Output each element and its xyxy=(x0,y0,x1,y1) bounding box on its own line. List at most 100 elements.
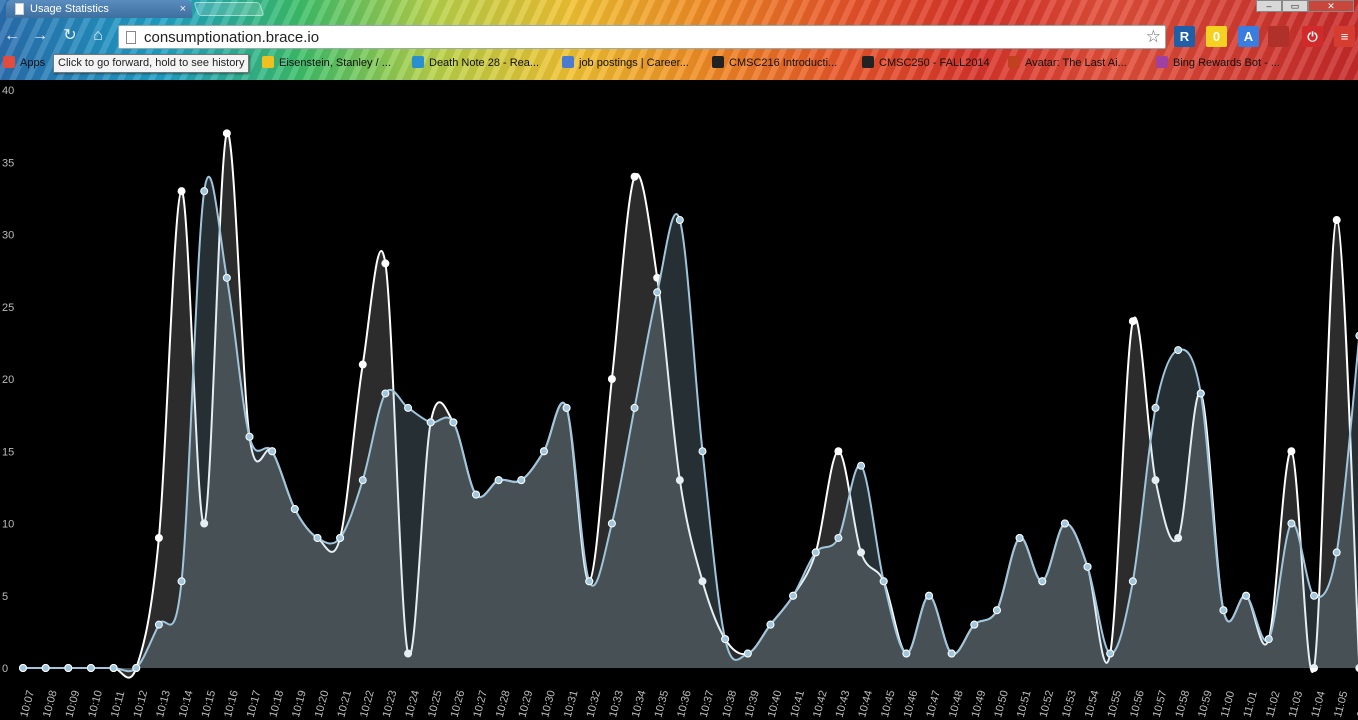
data-point xyxy=(222,273,231,282)
x-tick-label: 10:22 xyxy=(358,689,377,719)
x-tick-label: 10:30 xyxy=(539,689,558,719)
x-tick-label: 10:09 xyxy=(64,689,83,719)
data-point xyxy=(1174,346,1183,355)
bookmark-item[interactable]: job postings | Career... xyxy=(562,56,689,69)
data-point xyxy=(1219,606,1228,615)
x-tick-label: 11:04 xyxy=(1309,690,1328,719)
data-point xyxy=(245,432,254,441)
x-tick-label: 10:53 xyxy=(1060,689,1079,719)
x-tick-label: 10:54 xyxy=(1083,689,1102,719)
x-tick-label: 10:43 xyxy=(834,689,853,719)
bookmark-star-icon[interactable]: ☆ xyxy=(1146,27,1161,47)
data-point xyxy=(902,649,911,658)
toolbar: ← → ↻ ⌂ consumptionation.brace.io ☆ R 0 A ⏻… xyxy=(0,22,1358,52)
bookmark-item[interactable]: Eisenstein, Stanley / ... xyxy=(262,56,391,69)
x-tick-label: 10:33 xyxy=(607,689,626,719)
close-window-button[interactable]: ✕ xyxy=(1308,0,1354,12)
data-point xyxy=(1287,447,1296,456)
data-point xyxy=(1264,635,1273,644)
data-point xyxy=(607,375,616,383)
data-point xyxy=(1015,533,1024,542)
data-point xyxy=(698,447,707,456)
x-tick-label: 10:07 xyxy=(18,689,37,719)
data-point xyxy=(1242,591,1251,600)
power-icon[interactable]: ⏻ xyxy=(1302,26,1323,47)
document-icon xyxy=(15,3,24,15)
fox-icon xyxy=(1008,56,1020,68)
data-point xyxy=(834,533,843,542)
bookmark-item[interactable]: CMSC250 - FALL2014 xyxy=(862,56,990,69)
x-tick-label: 10:38 xyxy=(720,689,739,719)
data-point xyxy=(947,649,956,658)
book-icon[interactable] xyxy=(1268,26,1289,47)
tab-close-icon[interactable]: × xyxy=(180,0,186,18)
bookmark-item[interactable]: Bing Rewards Bot - ... xyxy=(1156,56,1280,69)
bookmark-label: Avatar: The Last Ai... xyxy=(1025,57,1127,69)
translate-icon[interactable]: A xyxy=(1238,26,1259,47)
bookmark-item[interactable]: Apps xyxy=(3,56,45,69)
y-tick-label: 5 xyxy=(2,591,8,603)
x-tick-label: 10:55 xyxy=(1106,689,1125,719)
maximize-button[interactable]: ▭ xyxy=(1282,0,1308,12)
new-tab-button[interactable] xyxy=(193,2,265,16)
sticky-notes-icon[interactable]: 0 xyxy=(1206,26,1227,47)
bookmark-item[interactable]: CMSC216 Introducti... xyxy=(712,56,837,69)
y-tick-label: 35 xyxy=(2,157,14,169)
address-bar[interactable]: consumptionation.brace.io ☆ xyxy=(118,25,1166,49)
menu-icon[interactable]: ≡ xyxy=(1334,26,1355,47)
tab-title: Usage Statistics xyxy=(30,3,109,15)
x-tick-label: 10:25 xyxy=(426,689,445,719)
x-tick-label: 10:39 xyxy=(743,689,762,719)
url-text: consumptionation.brace.io xyxy=(144,29,320,46)
y-tick-label: 0 xyxy=(2,663,8,675)
data-point xyxy=(1038,577,1047,586)
x-tick-label: 10:52 xyxy=(1038,689,1057,719)
y-tick-label: 20 xyxy=(2,374,14,386)
data-point xyxy=(268,447,277,456)
page-icon xyxy=(126,31,136,44)
back-arrow-icon[interactable]: ← xyxy=(2,26,22,46)
data-point xyxy=(1196,389,1205,398)
x-tick-label: 10:27 xyxy=(471,689,490,719)
r-extension-icon[interactable]: R xyxy=(1174,26,1195,47)
data-point xyxy=(834,447,843,456)
home-icon[interactable]: ⌂ xyxy=(88,26,108,46)
bookmark-item[interactable]: Avatar: The Last Ai... xyxy=(1008,56,1127,69)
data-point xyxy=(1128,577,1137,586)
data-point xyxy=(494,476,503,485)
x-tick-label: 10:45 xyxy=(879,689,898,719)
data-point xyxy=(1310,591,1319,600)
x-tick-label: 10:26 xyxy=(449,689,468,719)
minimize-button[interactable]: – xyxy=(1256,0,1282,12)
chart-area: 0 5 10 15 20 25 30 35 40 10:07 10:08 10:09 10:10 10:1… xyxy=(0,80,1358,720)
cube-icon xyxy=(712,56,724,68)
y-tick-label: 40 xyxy=(2,85,14,97)
data-point xyxy=(177,187,186,196)
data-point xyxy=(132,664,141,672)
x-tick-label: 10:41 xyxy=(788,689,807,719)
bookmark-item[interactable]: Death Note 28 - Rea... xyxy=(412,56,539,69)
data-point xyxy=(1151,403,1160,412)
data-point xyxy=(1332,216,1341,225)
y-tick-label: 30 xyxy=(2,230,14,242)
data-point xyxy=(19,664,27,672)
data-point xyxy=(970,620,979,629)
data-point xyxy=(222,129,231,138)
x-tick-label: 10:11 xyxy=(109,690,128,719)
forward-arrow-icon[interactable]: → xyxy=(30,26,50,46)
data-point xyxy=(562,403,571,412)
bookmark-label: job postings | Career... xyxy=(579,57,689,69)
bookmark-label: CMSC216 Introducti... xyxy=(729,57,838,69)
doc-icon xyxy=(562,56,574,68)
data-point xyxy=(1332,548,1341,557)
bookmark-label: Eisenstein, Stanley / ... xyxy=(279,57,391,69)
x-tick-label: 10:28 xyxy=(494,689,513,719)
data-point xyxy=(585,577,594,586)
data-point xyxy=(630,403,639,412)
x-tick-label: 10:13 xyxy=(154,689,173,719)
reload-icon[interactable]: ↻ xyxy=(60,26,80,46)
tab-usage-statistics[interactable]: Usage Statistics × xyxy=(6,0,192,18)
x-tick-label: 10:36 xyxy=(675,689,694,719)
data-point xyxy=(1128,317,1137,326)
data-point xyxy=(721,635,730,644)
